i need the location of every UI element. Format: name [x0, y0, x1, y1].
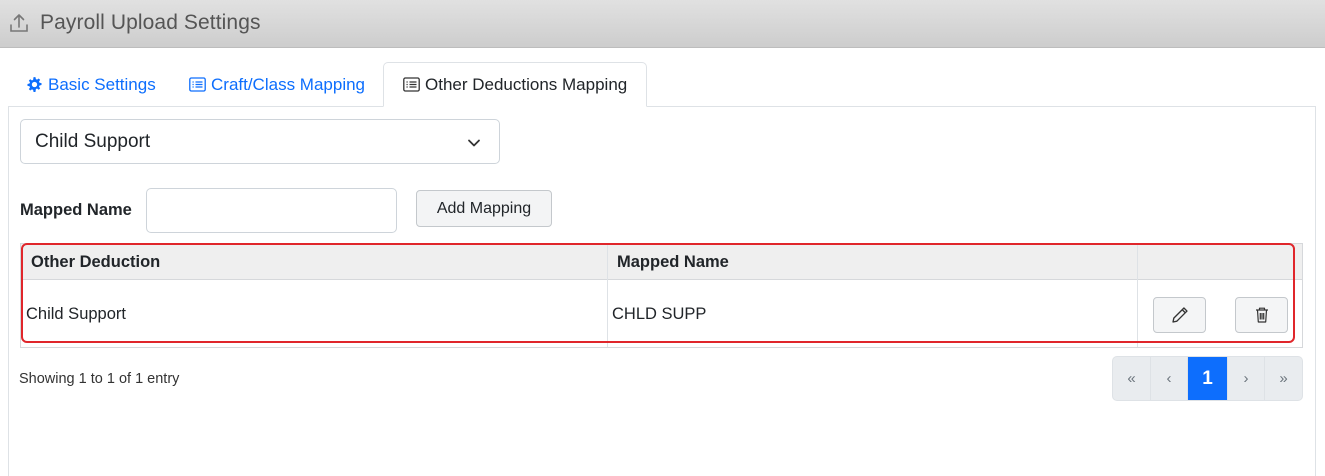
- chevron-down-icon: [468, 139, 480, 147]
- deduction-select-value: Child Support: [35, 130, 151, 152]
- mappings-table: Other Deduction Mapped Name Child Suppor…: [20, 243, 1303, 348]
- add-mapping-button[interactable]: Add Mapping: [416, 190, 552, 227]
- pagination: « ‹ 1 › »: [1112, 356, 1303, 401]
- table-info: Showing 1 to 1 of 1 entry: [19, 371, 180, 387]
- page-next-button[interactable]: ›: [1228, 357, 1265, 400]
- list-icon: [403, 77, 420, 92]
- upload-icon: [10, 14, 28, 32]
- page-1-button[interactable]: 1: [1188, 357, 1228, 400]
- page-last-button[interactable]: »: [1265, 357, 1302, 400]
- window-title: Payroll Upload Settings: [40, 11, 261, 34]
- delete-button[interactable]: [1235, 297, 1288, 333]
- tab-other-deductions-mapping[interactable]: Other Deductions Mapping: [383, 62, 647, 107]
- tab-label: Craft/Class Mapping: [211, 74, 366, 94]
- cell-other-deduction: Child Support: [26, 305, 126, 323]
- column-header-mapped-name: Mapped Name: [617, 253, 729, 271]
- page-prev-button[interactable]: ‹: [1151, 357, 1188, 400]
- tab-craft-class-mapping[interactable]: Craft/Class Mapping: [189, 62, 365, 107]
- table-header: Other Deduction Mapped Name: [21, 244, 1302, 280]
- edit-button[interactable]: [1153, 297, 1206, 333]
- column-divider: [1137, 244, 1138, 347]
- column-divider: [607, 244, 608, 347]
- gear-icon: [26, 76, 43, 93]
- column-header-other-deduction: Other Deduction: [31, 253, 161, 271]
- trash-icon: [1255, 307, 1268, 323]
- mapped-name-input[interactable]: [146, 188, 397, 233]
- tab-basic-settings[interactable]: Basic Settings: [26, 62, 156, 107]
- deduction-select[interactable]: Child Support: [20, 119, 500, 164]
- title-bar: Payroll Upload Settings: [0, 0, 1325, 48]
- cell-mapped-name: CHLD SUPP: [612, 305, 707, 323]
- pencil-icon: [1171, 307, 1188, 323]
- tab-label: Basic Settings: [48, 74, 156, 94]
- list-icon: [189, 77, 206, 92]
- mapped-name-label: Mapped Name: [20, 201, 132, 219]
- page-first-button[interactable]: «: [1113, 357, 1151, 400]
- tab-label: Other Deductions Mapping: [425, 74, 628, 94]
